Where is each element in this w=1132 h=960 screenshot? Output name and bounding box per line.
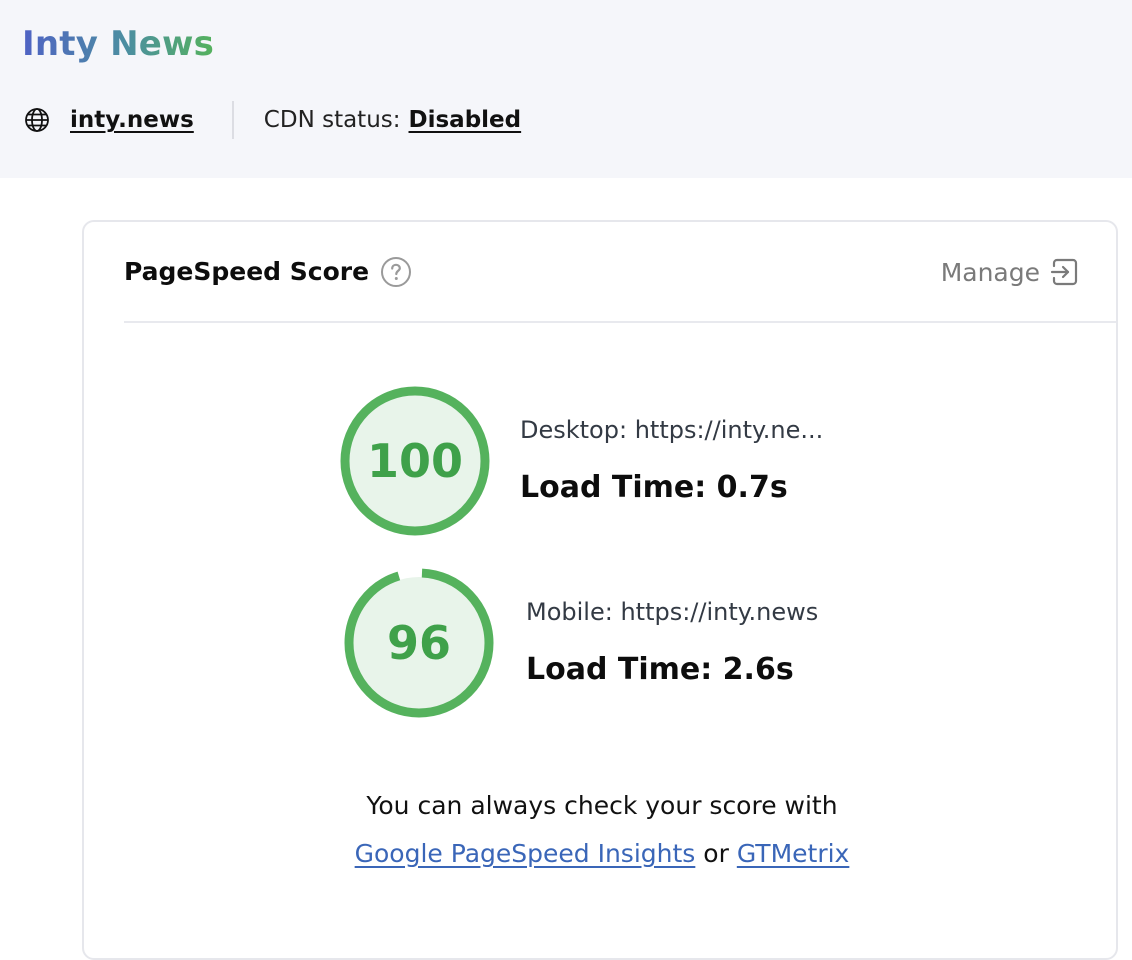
footer-line1: You can always check your score with <box>366 791 838 820</box>
cdn-status-value[interactable]: Disabled <box>409 107 522 133</box>
desktop-score-gauge: 100 <box>340 386 490 536</box>
mobile-url: Mobile: https://inty.news <box>526 598 819 626</box>
mobile-load-time: Load Time: 2.6s <box>526 652 794 687</box>
site-header: Inty News inty.news CDN status: Disabled <box>0 0 1132 178</box>
footer-line2: Google PageSpeed Insights or GTMetrix <box>84 830 1120 878</box>
card-title: PageSpeed Score <box>124 257 370 286</box>
cdn-status-label: CDN status: <box>263 107 401 133</box>
desktop-url: Desktop: https://inty.ne... <box>520 416 824 444</box>
manage-label: Manage <box>940 257 1040 287</box>
desktop-load-time: Load Time: 0.7s <box>520 470 788 505</box>
pagespeed-card: PageSpeed Score Manage 100 Desktop: http… <box>82 220 1118 960</box>
globe-icon <box>24 107 50 133</box>
site-link[interactable]: inty.news <box>70 107 194 133</box>
exit-arrow-icon <box>1050 257 1080 287</box>
mobile-score-value: 96 <box>386 616 451 670</box>
question-circle-icon[interactable] <box>380 256 412 288</box>
site-title: Inty News <box>22 24 215 64</box>
header-divider <box>231 101 234 139</box>
footer-note: You can always check your score with Goo… <box>84 782 1120 878</box>
footer-or: or <box>703 839 729 868</box>
manage-button[interactable]: Manage <box>941 254 1080 290</box>
mobile-score-gauge: 96 <box>344 568 494 718</box>
gtmetrix-link[interactable]: GTMetrix <box>737 839 850 868</box>
desktop-info: Desktop: https://inty.ne... Load Time: 0… <box>520 414 823 508</box>
google-pagespeed-link[interactable]: Google PageSpeed Insights <box>355 839 696 868</box>
desktop-score-value: 100 <box>366 434 464 488</box>
mobile-info: Mobile: https://inty.news Load Time: 2.6… <box>526 596 818 690</box>
card-separator <box>124 321 1116 323</box>
site-info-row: inty.news CDN status: Disabled <box>24 100 521 140</box>
